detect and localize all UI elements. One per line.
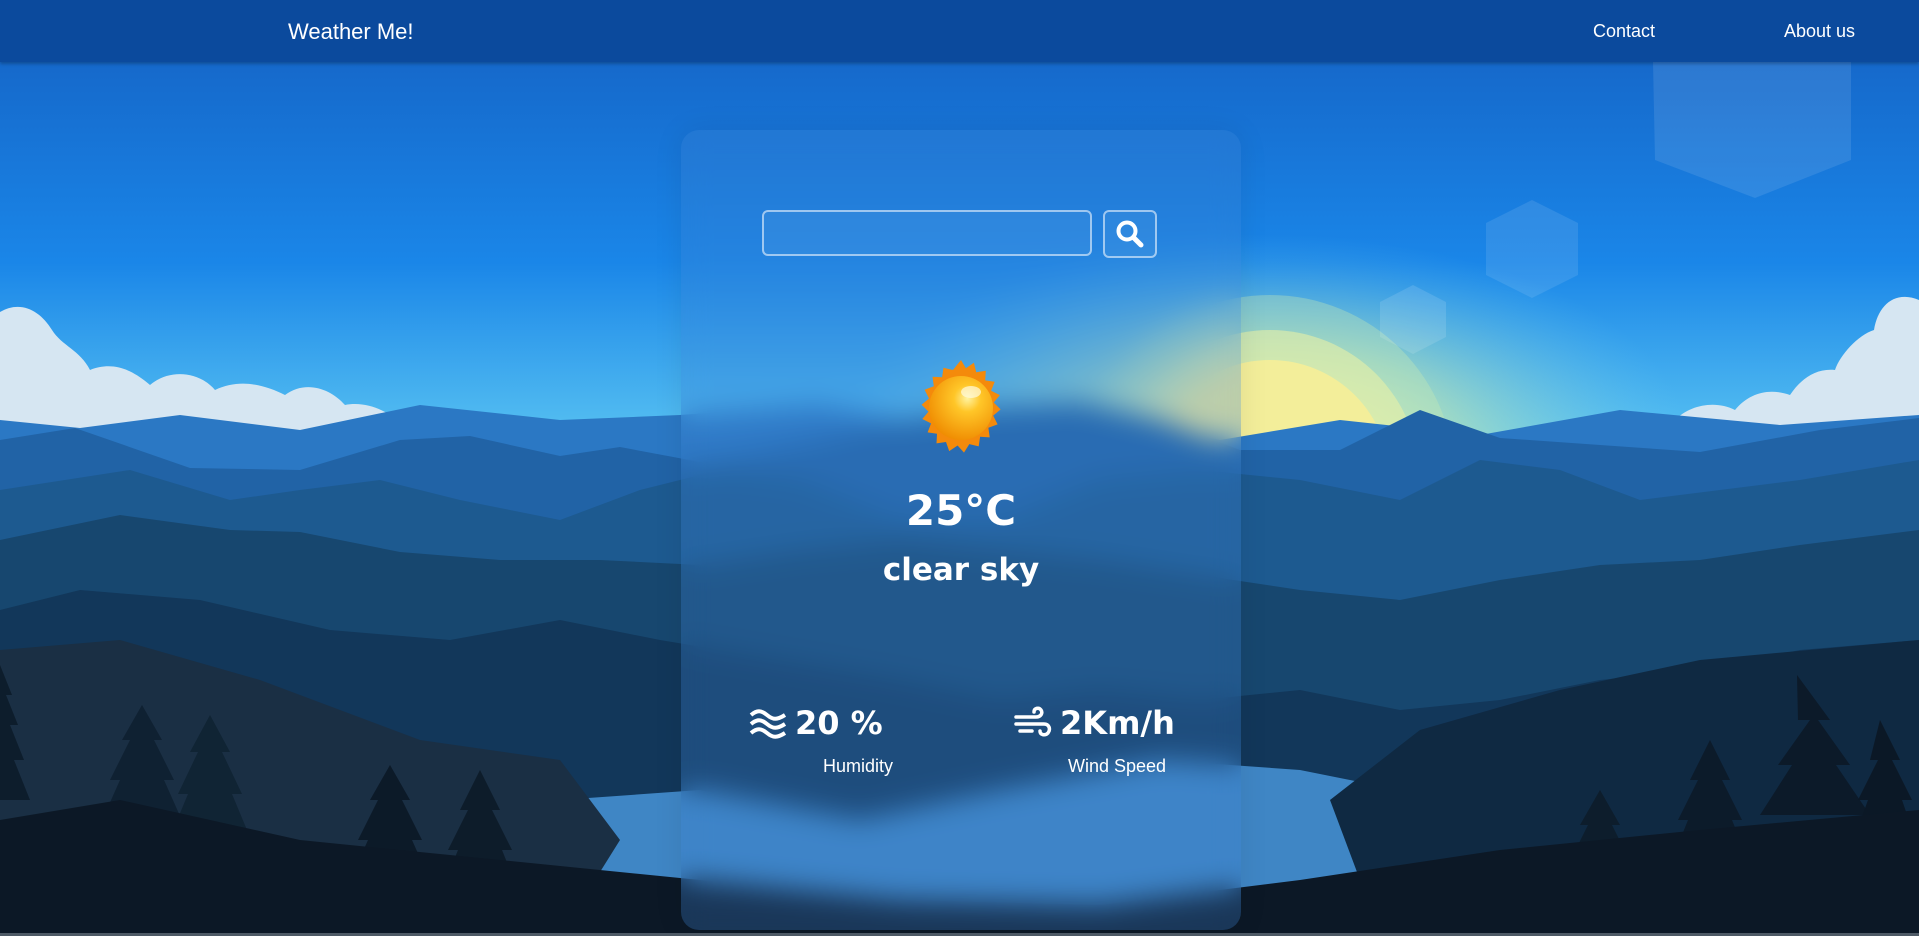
brand-title[interactable]: Weather Me!: [288, 19, 414, 45]
search-button[interactable]: [1103, 210, 1157, 258]
humidity-value: 20 %: [795, 704, 883, 742]
sun-icon: [921, 360, 1001, 453]
humidity-stat: 20 %: [749, 704, 883, 742]
weather-page: Weather Me! Contact About us 25°C clear …: [0, 0, 1919, 936]
temperature-value: 25°C: [905, 486, 1017, 535]
wind-speed-label: Wind Speed: [1067, 756, 1167, 776]
city-search-input[interactable]: [762, 210, 1092, 256]
weather-description: clear sky: [882, 552, 1040, 588]
nav-link-contact[interactable]: Contact: [1593, 21, 1655, 42]
top-navbar: Weather Me! Contact About us: [0, 0, 1919, 62]
nav-link-about-us[interactable]: About us: [1784, 21, 1855, 42]
search-icon: [1116, 220, 1144, 248]
waves-icon: [749, 709, 787, 739]
wind-icon: [1014, 706, 1052, 737]
wind-stat: 2Km/h: [1014, 704, 1175, 742]
wind-speed-value: 2Km/h: [1060, 704, 1175, 742]
weather-card: 25°C clear sky 20 % Humidity 2Km/h Wind …: [681, 130, 1241, 930]
humidity-label: Humidity: [822, 756, 893, 776]
